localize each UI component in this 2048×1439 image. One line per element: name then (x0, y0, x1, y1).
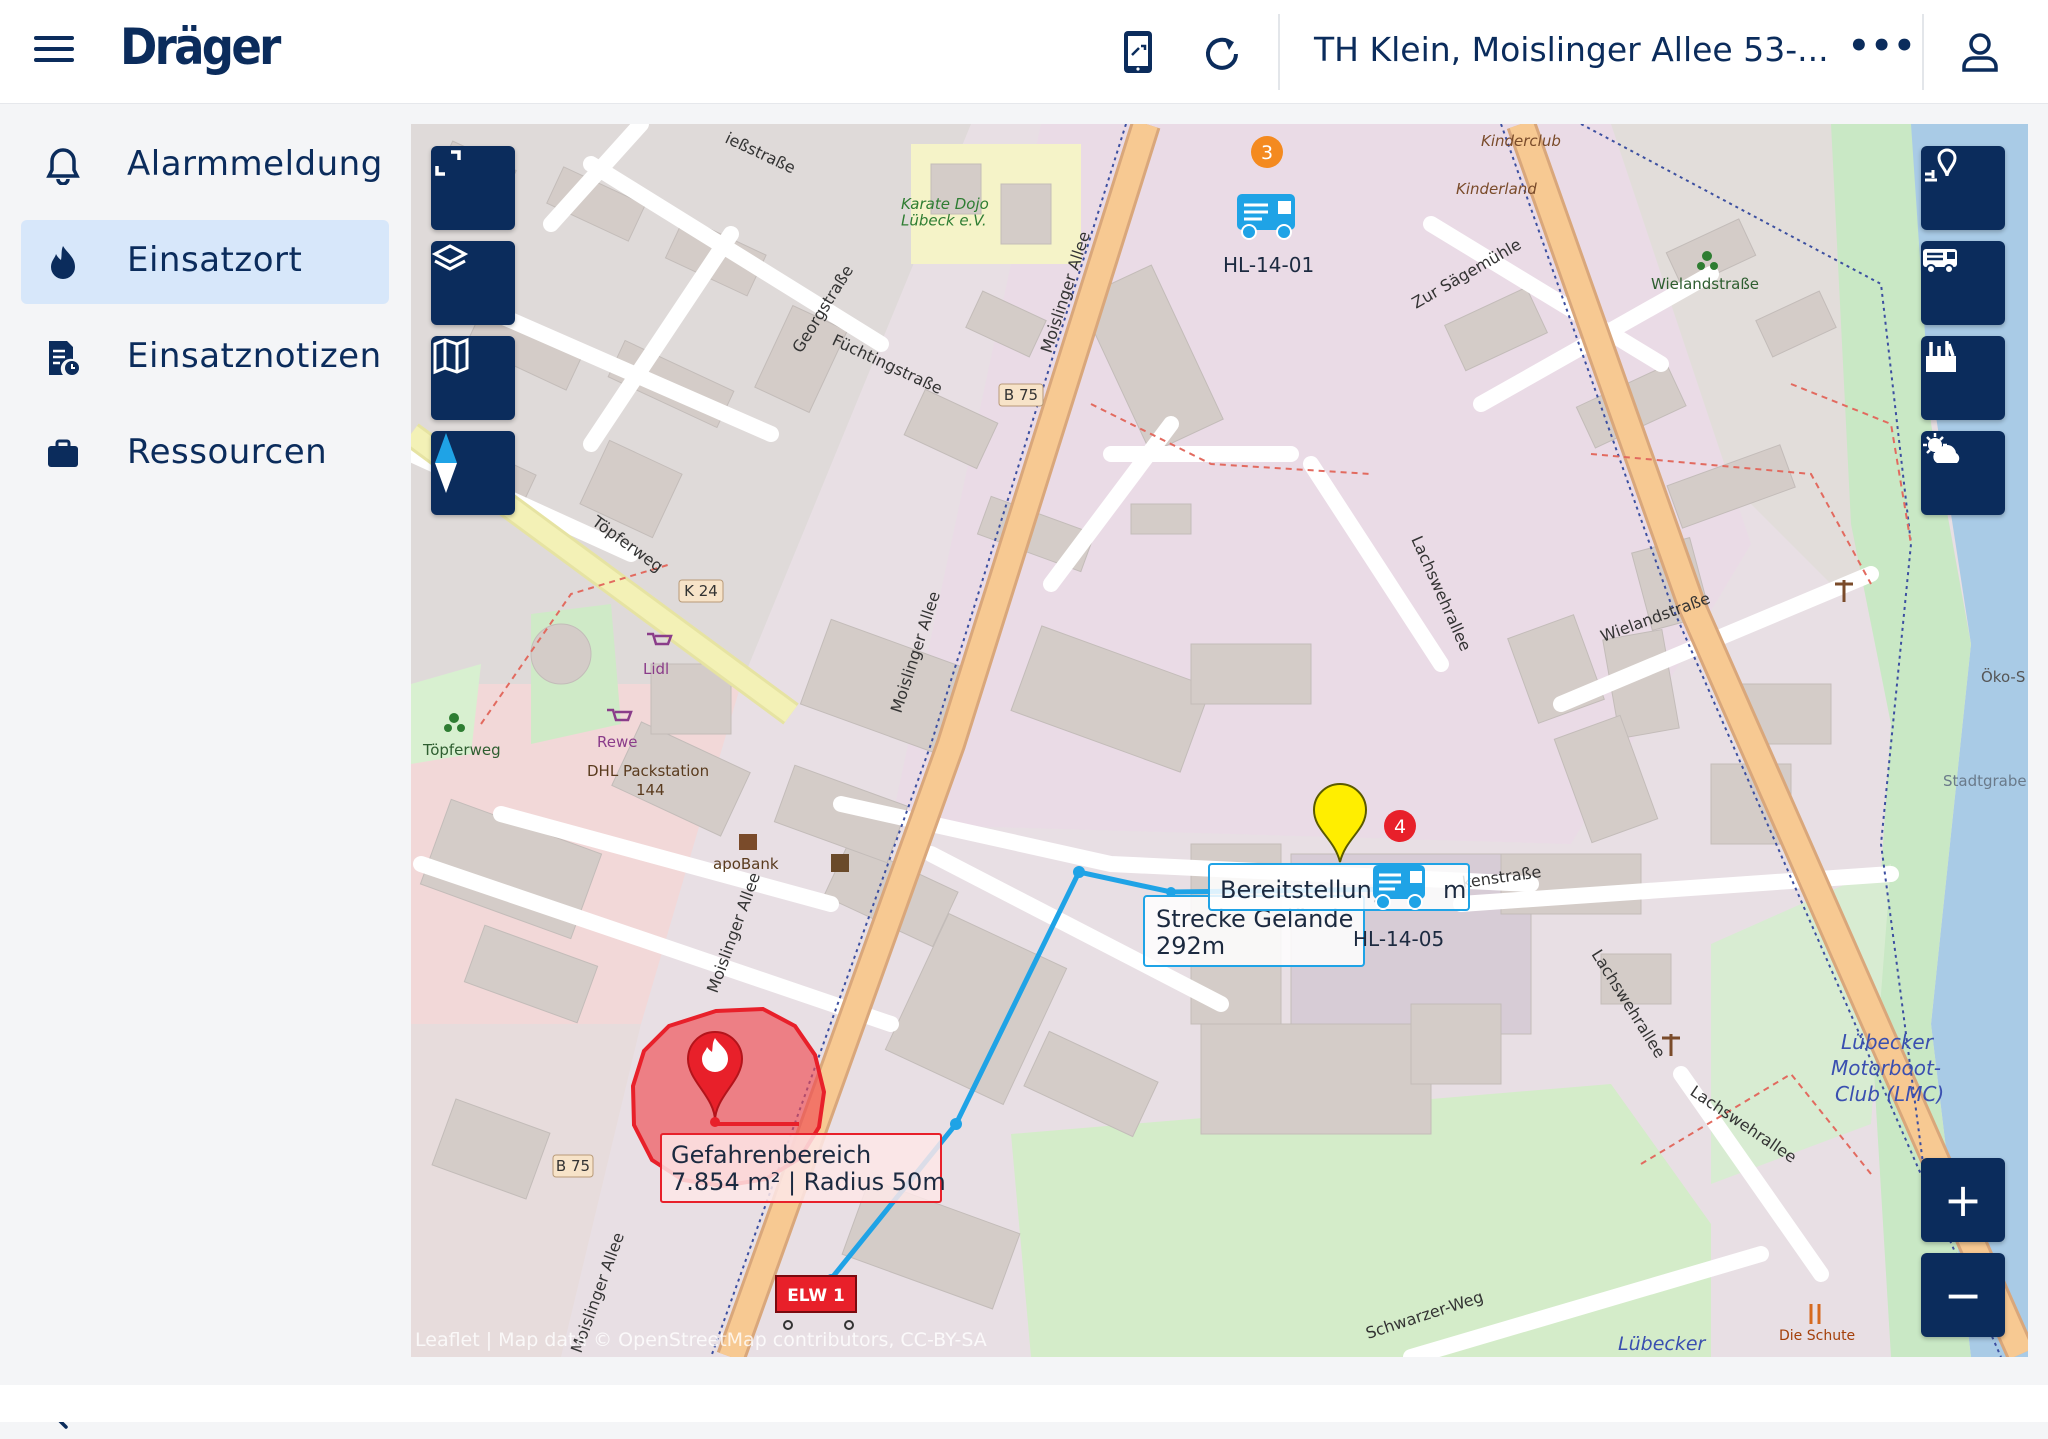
incident-map[interactable]: ießstraße Georgstraße Füchtingstraße Moi… (411, 124, 2028, 1357)
staging-area-label[interactable]: Bereitstellung m (1208, 863, 1470, 911)
svg-text:K 24: K 24 (684, 582, 718, 600)
road-shield: B 75 (552, 1154, 594, 1178)
weather-icon (1923, 433, 1960, 463)
svg-text:Bereitstellung: Bereitstellung (1220, 876, 1387, 904)
more-options-icon[interactable]: ••• (1848, 26, 1916, 66)
sidebar-item-label: Einsatzort (127, 240, 303, 280)
shop-icon (831, 854, 849, 872)
sidebar-item-einsatzort[interactable]: Einsatzort (21, 220, 389, 304)
count-badge-red[interactable]: 4 (1384, 810, 1416, 842)
compass-button[interactable] (431, 431, 515, 515)
refresh-icon[interactable] (1196, 26, 1248, 78)
road-shield: B 75 (998, 383, 1044, 407)
poi-label: Club (LMC) (1835, 1082, 1944, 1106)
zoom-in-button[interactable]: + (1921, 1158, 2005, 1242)
sidebar-item-ressourcen[interactable]: Ressourcen (21, 412, 389, 496)
header-divider (1278, 14, 1280, 90)
sidebar-item-label: Einsatznotizen (127, 336, 382, 376)
brand-logo: Dräger (120, 18, 281, 76)
flame-icon (43, 242, 83, 282)
route-pin-icon (1925, 148, 1957, 182)
map-attribution[interactable]: Leaflet | Map data © OpenStreetMap contr… (415, 1329, 987, 1351)
toolbox-icon (1926, 341, 1956, 372)
poi-label: Die Schute (1779, 1328, 1855, 1344)
sidebar-item-einsatznotizen[interactable]: Einsatznotizen (21, 316, 389, 400)
vehicle-label: HL-14-01 (1223, 253, 1314, 277)
svg-text:B 75: B 75 (556, 1157, 590, 1175)
poi-label: Kinderclub (1481, 132, 1561, 150)
fire-truck-icon (1923, 249, 1957, 274)
poi-label: Lidl (643, 660, 669, 678)
layers-button[interactable] (431, 241, 515, 325)
mission-title[interactable]: TH Klein, Moislinger Allee 53-... (1314, 30, 1829, 69)
fullscreen-icon (435, 150, 461, 176)
compass-icon (435, 433, 457, 493)
sidebar-item-label: Ressourcen (127, 432, 328, 472)
svg-text:3: 3 (1261, 142, 1273, 164)
poi-label: Lübecker (1841, 1030, 1935, 1054)
svg-text:Gefahrenbereich: Gefahrenbereich (671, 1141, 871, 1169)
poi-label: Karate Dojo Lübeck e.V. (901, 195, 989, 230)
bottom-strip (0, 1385, 2048, 1422)
tablet-sync-icon[interactable] (1112, 26, 1164, 78)
svg-text:7.854 m² | Radius 50m: 7.854 m² | Radius 50m (671, 1168, 946, 1196)
svg-text:292m: 292m (1156, 932, 1225, 960)
danger-area-label[interactable]: Gefahrenbereich 7.854 m² | Radius 50m (660, 1133, 946, 1203)
fullscreen-button[interactable] (431, 146, 515, 230)
svg-text:4: 4 (1394, 816, 1406, 838)
svg-text:m: m (1443, 876, 1466, 904)
sidebar: Alarmmeldung Einsatzort Einsatznotizen R… (0, 104, 410, 1429)
poi-label: 144 (636, 781, 665, 799)
street-label: Lübecker (1618, 1333, 1707, 1355)
map-style-button[interactable] (431, 336, 515, 420)
plus-icon: + (1943, 1173, 1983, 1227)
hamburger-menu-icon[interactable] (34, 36, 74, 66)
sidebar-item-alarmmeldung[interactable]: Alarmmeldung (21, 124, 389, 208)
sidebar-item-label: Alarmmeldung (127, 144, 383, 184)
map-canvas[interactable]: ießstraße Georgstraße Füchtingstraße Moi… (411, 124, 2028, 1357)
count-badge-orange[interactable]: 3 (1251, 136, 1283, 168)
svg-text:ELW 1: ELW 1 (787, 1286, 845, 1306)
bell-icon (43, 146, 83, 186)
poi-label: Wielandstraße (1651, 275, 1759, 293)
poi-label: apoBank (713, 855, 779, 873)
poi-label: Stadtgrabe (1943, 772, 2027, 790)
poi-label: Öko-S (1981, 667, 2025, 686)
header-divider (1922, 14, 1924, 90)
briefcase-icon (43, 434, 83, 474)
minus-icon: − (1943, 1268, 1983, 1322)
poi-label: Rewe (597, 733, 637, 751)
layers-icon (431, 244, 469, 271)
poi-label: DHL Packstation (587, 762, 709, 780)
note-clock-icon (43, 338, 83, 378)
map-icon (433, 337, 469, 375)
zoom-out-button[interactable]: − (1921, 1253, 2005, 1337)
poi-label: Motorboot- (1831, 1056, 1941, 1080)
road-shield: K 24 (678, 579, 724, 603)
vehicles-button[interactable] (1921, 241, 2005, 325)
bank-icon (739, 834, 757, 850)
poi-label: Kinderland (1456, 180, 1537, 198)
svg-text:B 75: B 75 (1004, 386, 1038, 404)
tools-button[interactable] (1921, 336, 2005, 420)
route-to-location-button[interactable] (1921, 146, 2005, 230)
top-bar: Dräger TH Klein, Moislinger Allee 53-...… (0, 0, 2048, 104)
weather-button[interactable] (1921, 431, 2005, 515)
user-profile-icon[interactable] (1954, 26, 2006, 78)
poi-label: Töpferweg (422, 741, 501, 759)
vehicle-label: HL-14-05 (1353, 927, 1444, 951)
